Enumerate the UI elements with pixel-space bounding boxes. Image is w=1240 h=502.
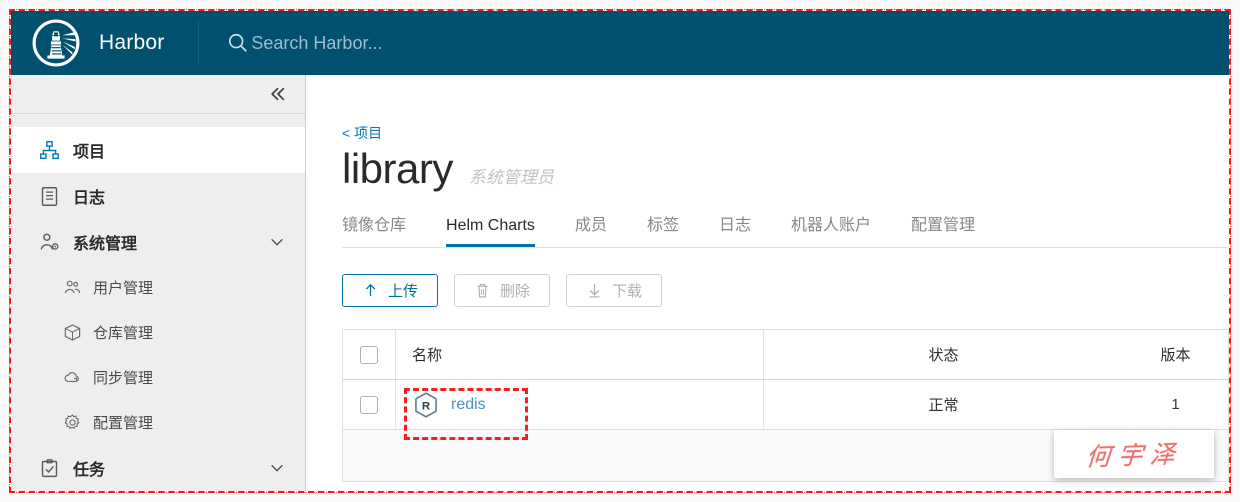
table-header-row: 名称 状态 版本 (343, 330, 1228, 381)
helm-charts-table: 名称 状态 版本 R redis 正常 1 (342, 329, 1229, 441)
tab-logs[interactable]: 日志 (719, 205, 751, 247)
brand[interactable]: Harbor (11, 11, 164, 75)
chart-version-cell: 1 (1171, 396, 1180, 414)
header-divider (198, 21, 200, 65)
title-row: library 系统管理员 (342, 145, 1229, 192)
project-tabs: 镜像仓库 Helm Charts 成员 标签 日志 机器人账户 配置管理 (342, 205, 1229, 249)
sidebar-item-label: 项目 (73, 144, 106, 161)
users-icon (63, 278, 82, 297)
screenshot-root: Harbor Search Harbor... 项目 日志 系统管理 用户管理 … (0, 0, 1240, 502)
column-header-name[interactable]: 名称 (395, 330, 763, 380)
search-icon (229, 33, 248, 52)
sidebar-item-users[interactable]: 用户管理 (11, 265, 305, 310)
sidebar-item-label: 用户管理 (93, 280, 154, 297)
brand-title: Harbor (99, 31, 165, 54)
sidebar-item-projects[interactable]: 项目 (11, 127, 305, 173)
watermark: 何宇泽 (1054, 430, 1214, 478)
user-gear-icon (39, 232, 60, 253)
helm-chart-hexagon-r-icon: R (415, 391, 437, 418)
download-button[interactable]: 下载 (566, 274, 662, 308)
sidebar-item-label: 同步管理 (93, 370, 154, 387)
sitemap-icon (39, 140, 60, 161)
tab-members[interactable]: 成员 (575, 205, 607, 247)
gear-icon (63, 413, 82, 432)
sidebar-item-label: 仓库管理 (93, 325, 154, 342)
sidebar-item-configuration[interactable]: 配置管理 (11, 400, 305, 445)
column-header-version[interactable]: 版本 (1123, 330, 1228, 379)
sidebar-item-label: 任务 (73, 462, 106, 479)
svg-text:R: R (422, 400, 430, 412)
chevron-down-icon[interactable] (269, 460, 285, 476)
chevron-down-icon[interactable] (269, 234, 285, 250)
page-title: library (342, 145, 453, 192)
sidebar-item-tasks[interactable]: 任务 (11, 445, 305, 491)
table-row[interactable]: R redis 正常 1 (343, 380, 1228, 441)
list-icon (39, 186, 60, 207)
chart-name-link[interactable]: redis (451, 396, 486, 414)
sidebar-collapse-row (11, 75, 305, 114)
watermark-text: 何宇泽 (1084, 439, 1184, 472)
sidebar-item-label: 配置管理 (93, 415, 154, 432)
download-button-label: 下载 (611, 283, 642, 301)
search-input[interactable] (251, 32, 652, 54)
trash-icon (477, 284, 488, 298)
sidebar-item-logs[interactable]: 日志 (11, 173, 305, 219)
upload-button[interactable]: 上传 (342, 274, 438, 308)
cloud-sync-icon (63, 368, 82, 387)
tab-configuration[interactable]: 配置管理 (911, 205, 975, 247)
app-header: Harbor (11, 11, 1229, 75)
sidebar: 项目 日志 系统管理 用户管理 仓库管理 同步管理 配置管理 任务 (11, 75, 306, 493)
harbor-lighthouse-logo-icon (32, 19, 80, 67)
chart-status-cell: 正常 (763, 380, 1123, 430)
upload-arrow-icon (365, 284, 376, 297)
download-arrow-icon (589, 284, 600, 298)
row-checkbox[interactable] (360, 395, 378, 414)
sidebar-item-label: 日志 (73, 190, 106, 207)
select-all-checkbox[interactable] (360, 345, 378, 364)
sidebar-item-registries[interactable]: 仓库管理 (11, 310, 305, 355)
chart-name-cell: R redis (395, 380, 763, 430)
sidebar-item-label: 系统管理 (73, 236, 138, 253)
clipboard-check-icon (39, 458, 60, 479)
cube-icon (63, 323, 82, 342)
select-all-cell (343, 330, 395, 379)
breadcrumb[interactable]: < 项目 (342, 123, 382, 143)
search-bar[interactable] (227, 11, 1229, 75)
double-chevron-left-icon[interactable] (268, 84, 288, 104)
column-header-status[interactable]: 状态 (763, 330, 1123, 380)
upload-button-label: 上传 (387, 283, 418, 301)
row-select-cell (343, 380, 395, 429)
tab-robot-accounts[interactable]: 机器人账户 (791, 205, 871, 247)
tab-labels[interactable]: 标签 (647, 205, 679, 247)
tab-repositories[interactable]: 镜像仓库 (342, 205, 406, 247)
delete-button-label: 删除 (499, 283, 530, 301)
sidebar-item-administration[interactable]: 系统管理 (11, 219, 305, 265)
toolbar: 上传 删除 下载 (342, 274, 1229, 308)
tab-helm-charts[interactable]: Helm Charts (446, 211, 535, 248)
project-role-label: 系统管理员 (468, 168, 554, 187)
delete-button[interactable]: 删除 (454, 274, 550, 308)
sidebar-item-replications[interactable]: 同步管理 (11, 355, 305, 400)
